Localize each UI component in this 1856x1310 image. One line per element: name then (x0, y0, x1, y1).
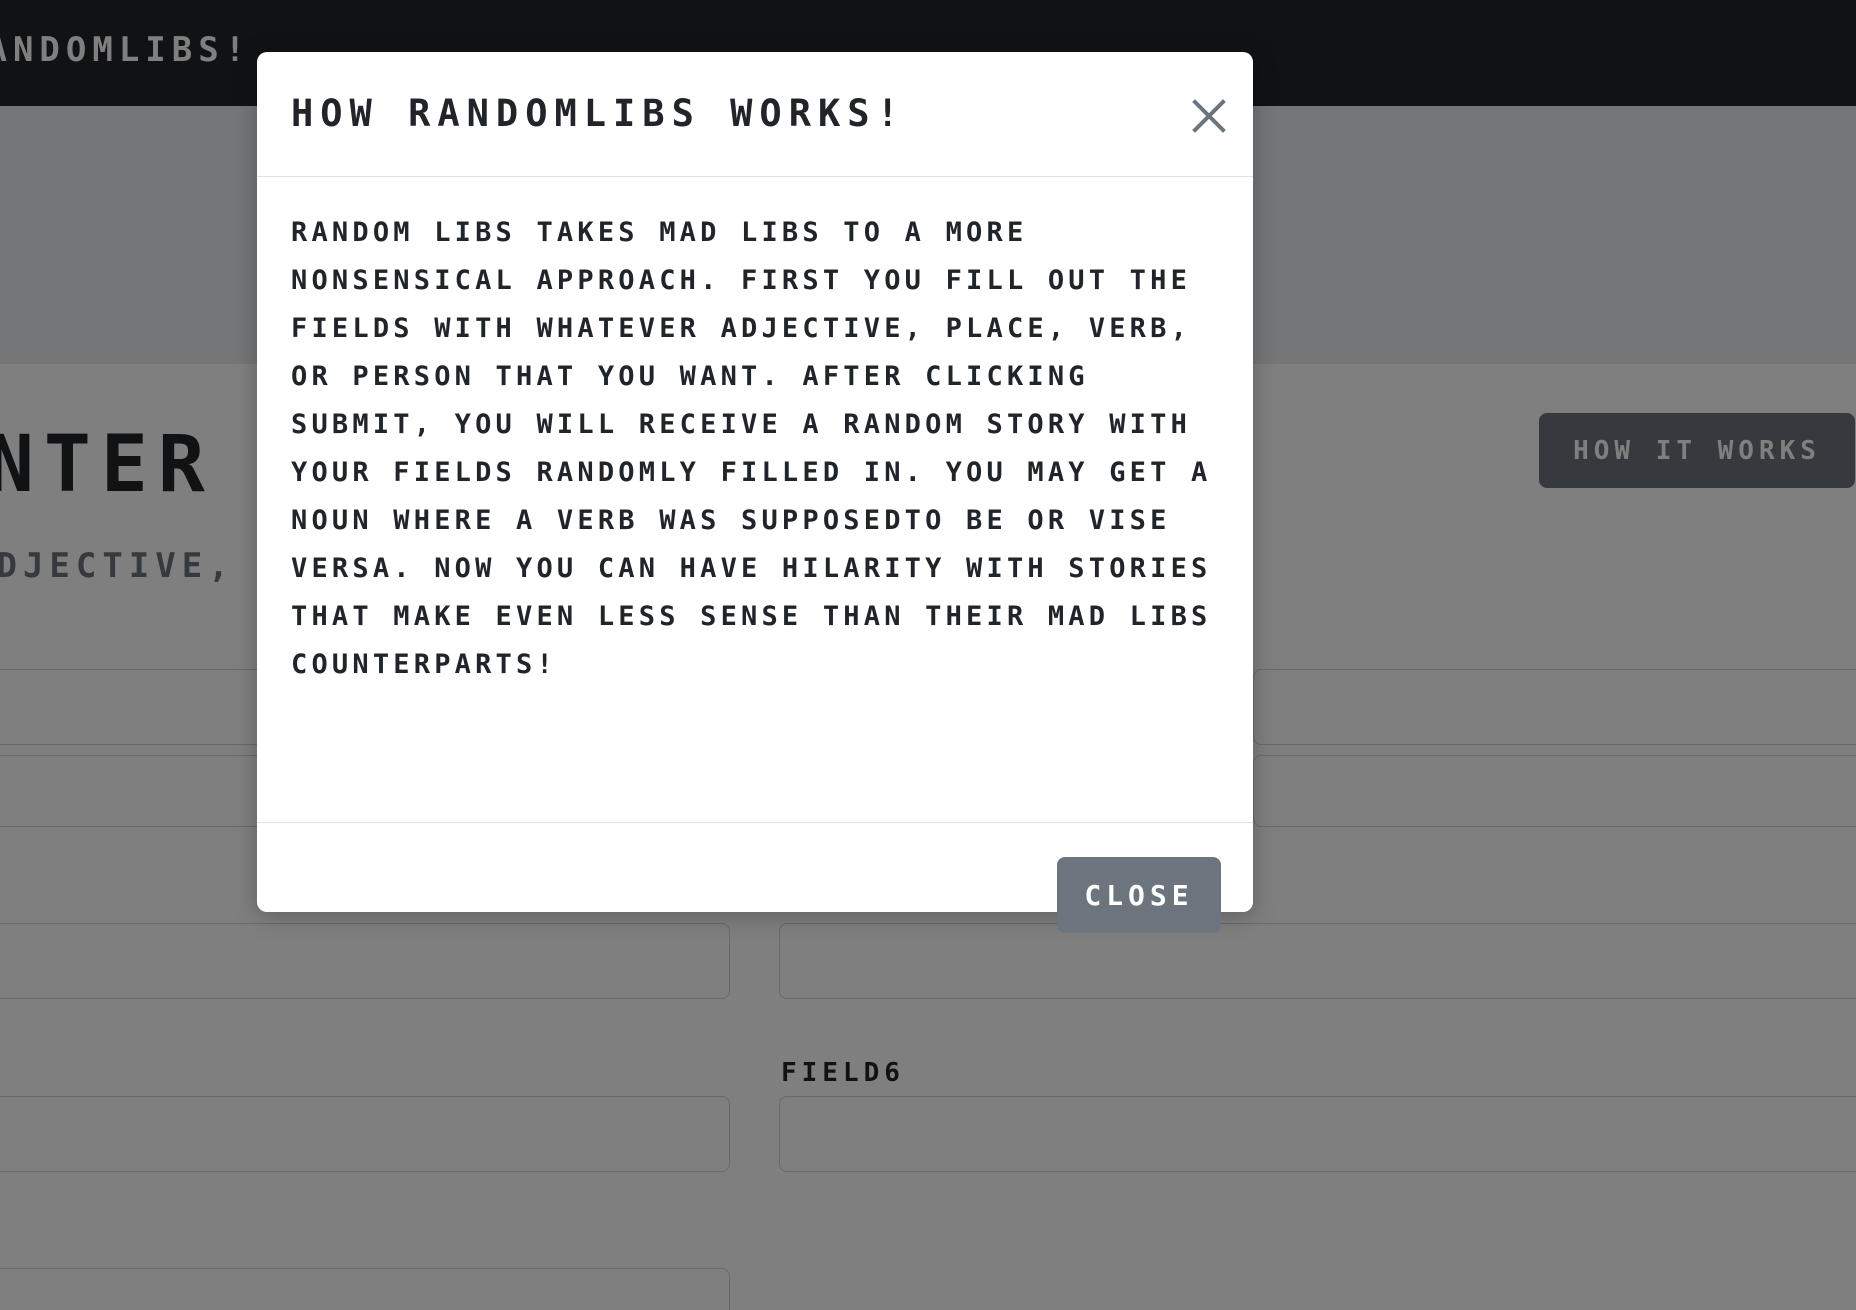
close-icon[interactable] (1185, 92, 1233, 140)
modal-title: HOW RANDOMLIBS WORKS! (291, 92, 906, 135)
how-it-works-modal: HOW RANDOMLIBS WORKS! RANDOM LIBS TAKES … (257, 52, 1253, 933)
modal-body: RANDOM LIBS TAKES MAD LIBS TO A MORE NON… (257, 177, 1253, 823)
page: RANDOMLIBS! ENTER ADJECTIVE, P HOW IT WO… (0, 0, 1856, 1310)
close-button[interactable]: CLOSE (1057, 857, 1221, 933)
modal-footer: CLOSE (257, 823, 1253, 933)
modal-header: HOW RANDOMLIBS WORKS! (257, 52, 1253, 177)
modal-body-text: RANDOM LIBS TAKES MAD LIBS TO A MORE NON… (291, 217, 1212, 680)
